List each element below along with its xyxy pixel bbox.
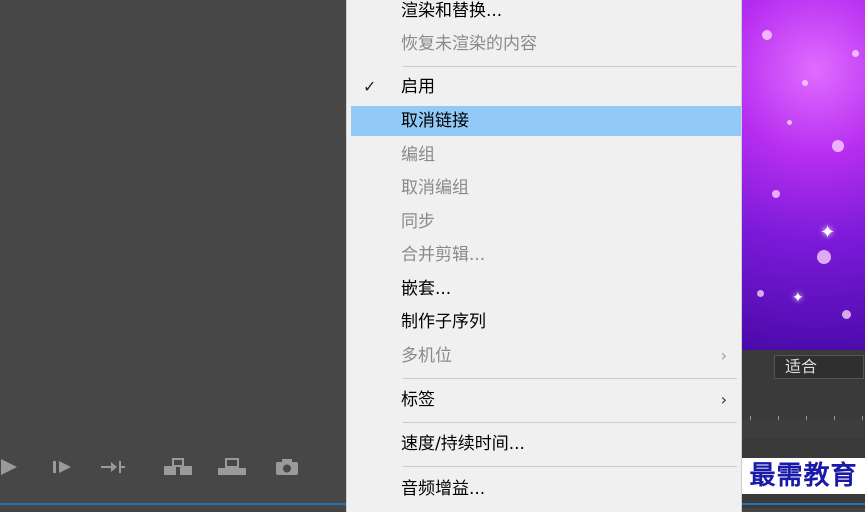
menu-item-label: 取消编组 (401, 178, 469, 198)
menu-item-label: 音频增益... (401, 479, 486, 499)
export-frame-icon[interactable] (274, 456, 300, 478)
menu-item-restore-unrendered: 恢复未渲染的内容 (351, 29, 741, 59)
menu-item-unlink[interactable]: 取消链接 (351, 106, 741, 136)
checkmark-icon: ✓ (363, 77, 377, 96)
chevron-right-icon: › (720, 390, 727, 409)
menu-item-merge-clips: 合并剪辑... (351, 240, 741, 270)
menu-item-group: 编组 (351, 140, 741, 170)
play-icon[interactable] (0, 456, 20, 478)
menu-item-ungroup: 取消编组 (351, 173, 741, 203)
menu-item-label: 嵌套... (401, 279, 452, 299)
time-ruler (742, 402, 865, 422)
menu-item-label: 制作子序列 (401, 312, 486, 332)
overwrite-icon[interactable] (217, 456, 247, 478)
go-to-out-icon[interactable] (100, 456, 126, 478)
menu-item-label: 速度/持续时间... (401, 434, 525, 454)
menu-item-label: 编组 (401, 145, 435, 165)
step-forward-icon[interactable] (50, 456, 74, 478)
menu-item-label: 合并剪辑... (401, 245, 486, 265)
menu-item-label: 渲染和替换... (401, 1, 503, 21)
menu-separator (403, 66, 737, 67)
menu-item-nest[interactable]: 嵌套... (351, 274, 741, 304)
insert-icon[interactable] (163, 456, 193, 478)
sparkle-star-icon: ✦ (820, 222, 836, 243)
menu-item-label: 多机位 (401, 346, 452, 366)
menu-item-label-submenu[interactable]: 标签 › (351, 385, 741, 415)
menu-separator (403, 466, 737, 467)
panel-border (0, 503, 350, 505)
panel-border (742, 503, 865, 505)
menu-item-make-subsequence[interactable]: 制作子序列 (351, 307, 741, 337)
menu-item-label: 取消链接 (401, 111, 469, 131)
sparkle-star-icon: ✦ (792, 290, 804, 306)
zoom-fit-dropdown[interactable]: 适合 (774, 355, 864, 379)
menu-item-label: 恢复未渲染的内容 (401, 34, 537, 54)
menu-separator (403, 422, 737, 423)
menu-item-enable[interactable]: ✓ 启用 (351, 72, 741, 102)
menu-item-label: 同步 (401, 212, 435, 232)
video-preview: ✦ ✦ (742, 0, 865, 350)
menu-item-speed-duration[interactable]: 速度/持续时间... (351, 429, 741, 459)
context-menu: 渲染和替换... 恢复未渲染的内容 ✓ 启用 取消链接 编组 取消编组 同步 合… (346, 0, 742, 512)
program-monitor-panel (0, 0, 350, 508)
menu-item-label: 标签 (401, 390, 435, 410)
watermark-logo: 最需教育 (742, 458, 865, 494)
menu-item-label: 启用 (401, 77, 435, 97)
scrub-bar[interactable] (742, 420, 865, 438)
menu-item-multi-camera: 多机位 › (351, 341, 741, 371)
menu-item-render-and-replace[interactable]: 渲染和替换... (351, 0, 741, 26)
source-monitor-panel: ✦ ✦ 适合 (742, 0, 865, 508)
menu-item-audio-gain[interactable]: 音频增益... (351, 474, 741, 504)
menu-separator (403, 378, 737, 379)
chevron-right-icon: › (720, 346, 727, 365)
menu-item-synchronize: 同步 (351, 207, 741, 237)
